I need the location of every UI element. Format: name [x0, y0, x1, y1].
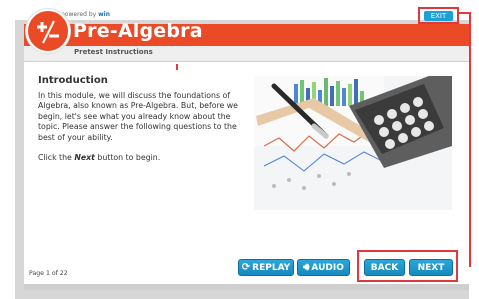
plus-minus-logo-icon	[26, 9, 70, 53]
audio-label: AUDIO	[311, 262, 344, 273]
replay-label: REPLAY	[252, 262, 291, 273]
back-label: BACK	[370, 262, 399, 273]
instruction-text: Click the Next button to begin.	[38, 153, 161, 162]
progress-marker	[176, 64, 178, 70]
next-button[interactable]: NEXT	[409, 259, 453, 276]
win-brand: win	[98, 11, 110, 18]
intro-paragraph: In this module, we will discuss the foun…	[38, 91, 238, 142]
calculator-photo	[254, 76, 452, 210]
app-title: Pre-Algebra	[73, 20, 203, 42]
back-button[interactable]: BACK	[364, 259, 405, 276]
section-heading: Introduction	[38, 75, 108, 86]
highlight-connector-vertical	[469, 12, 471, 267]
audio-button[interactable]: 🔊︎ AUDIO	[297, 259, 350, 276]
bottom-bar	[24, 284, 469, 290]
next-label: NEXT	[417, 262, 445, 273]
speaker-icon: 🔊︎	[303, 262, 310, 273]
exit-highlight-box	[418, 7, 459, 24]
powered-by-label: powered by win	[61, 11, 110, 18]
replay-icon: ⟳	[241, 262, 251, 273]
page-counter: Page 1 of 22	[29, 270, 68, 277]
page-subtitle: Pretest Instructions	[74, 48, 153, 56]
replay-button[interactable]: ⟳ REPLAY	[238, 259, 294, 276]
instruction-emphasis: Next	[74, 153, 95, 162]
